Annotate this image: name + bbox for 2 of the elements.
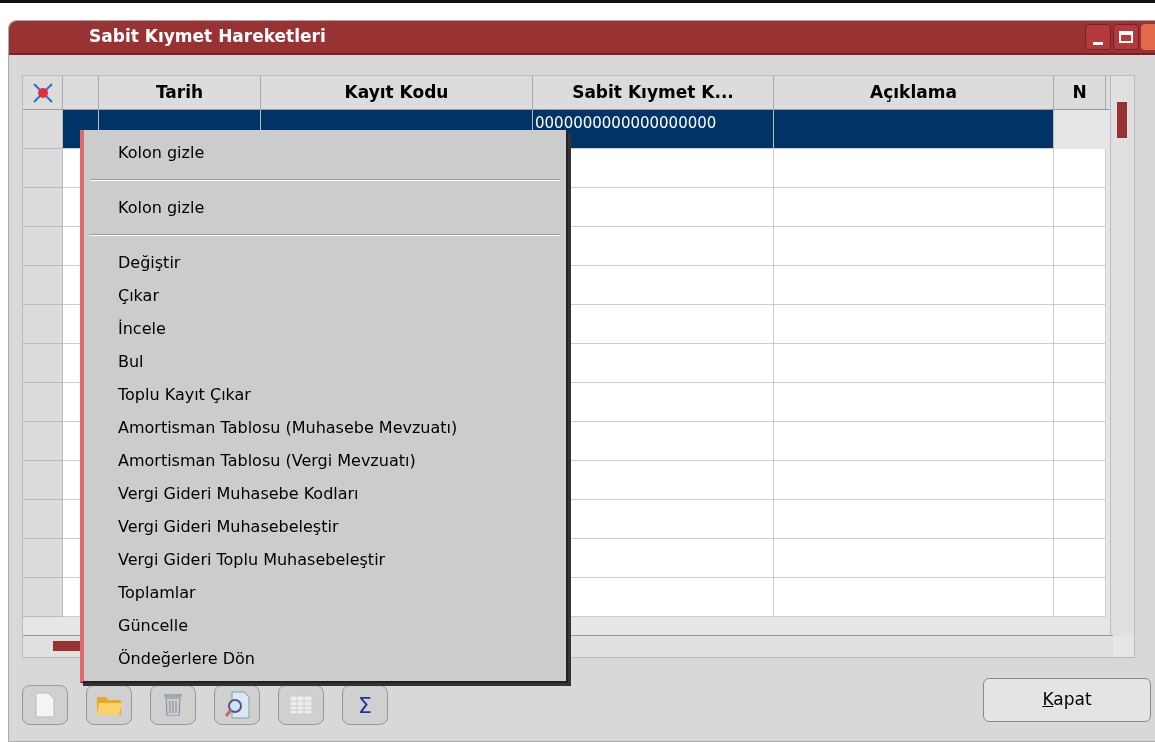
table-cell-text: 0000000000000000000 — [535, 113, 717, 134]
window-title: Sabit Kıymet Hareketleri — [89, 25, 326, 49]
